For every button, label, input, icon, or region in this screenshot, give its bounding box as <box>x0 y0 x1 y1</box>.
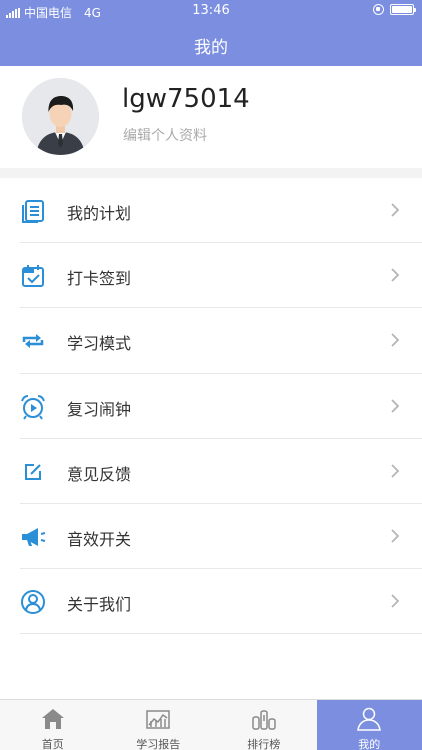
menu-label-study-mode: 学习模式 <box>67 334 132 354</box>
alarm-clock-icon <box>21 394 45 420</box>
username: lgw75014 <box>122 84 250 114</box>
chevron-right-icon <box>391 529 400 543</box>
user-circle-icon <box>21 590 45 615</box>
header: 中国电信 4G 13:46 我的 <box>0 0 422 66</box>
ranking-icon <box>252 710 276 730</box>
tab-mine[interactable]: 我的 <box>316 700 422 750</box>
menu-item-plan[interactable]: 我的计划 <box>20 178 422 244</box>
chevron-right-icon <box>391 464 400 478</box>
menu-item-about[interactable]: 关于我们 <box>20 569 422 635</box>
edit-profile-link[interactable]: 编辑个人资料 <box>123 125 207 145</box>
tab-label-home: 首页 <box>41 738 64 750</box>
report-chart-icon <box>146 710 170 729</box>
status-time: 13:46 <box>192 3 230 18</box>
page-title: 我的 <box>194 38 228 58</box>
edit-feedback-icon <box>25 463 41 480</box>
menu-label-about: 关于我们 <box>67 595 132 615</box>
chevron-right-icon <box>391 594 400 608</box>
menu-item-alarm[interactable]: 复习闹钟 <box>20 374 422 439</box>
chevron-right-icon <box>391 333 400 348</box>
tab-label-ranking: 排行榜 <box>247 738 281 750</box>
menu-label-feedback: 意见反馈 <box>67 464 132 484</box>
avatar[interactable] <box>22 78 99 155</box>
menu-label-checkin: 打卡签到 <box>67 269 132 289</box>
repeat-icon <box>22 334 44 349</box>
tab-ranking[interactable]: 排行榜 <box>211 700 317 750</box>
menu-item-checkin[interactable]: 打卡签到 <box>20 243 422 309</box>
menu-label-alarm: 复习闹钟 <box>67 399 132 419</box>
person-icon <box>357 707 382 731</box>
menu-item-feedback[interactable]: 意见反馈 <box>20 439 422 504</box>
menu-label-sound: 音效开关 <box>67 529 132 549</box>
home-icon <box>41 709 64 729</box>
bottom-tab-bar: 首页 学习报告 排行榜 我的 <box>0 699 422 750</box>
menu-label-plan: 我的计划 <box>67 204 132 223</box>
tab-label-mine: 我的 <box>358 738 381 750</box>
menu-item-study-mode[interactable]: 学习模式 <box>20 308 422 374</box>
chevron-right-icon <box>391 203 400 217</box>
chevron-right-icon <box>391 268 400 282</box>
rotation-lock-icon <box>373 4 384 15</box>
megaphone-icon <box>22 527 46 546</box>
chevron-right-icon <box>391 398 400 413</box>
calendar-check-icon <box>22 265 44 288</box>
profile-card[interactable]: lgw75014 编辑个人资料 <box>0 66 422 168</box>
settings-menu: 我的计划 打卡签到 学习模式 复习闹钟 意见反馈 音效开关 关于我们 <box>0 178 422 635</box>
user-avatar-icon <box>22 78 99 155</box>
tab-report[interactable]: 学习报告 <box>106 700 212 750</box>
menu-item-sound[interactable]: 音效开关 <box>20 504 422 570</box>
tab-label-report: 学习报告 <box>136 738 181 750</box>
status-bar: 中国电信 4G 13:46 <box>0 0 422 22</box>
section-divider <box>0 168 422 178</box>
plan-list-icon <box>22 200 44 223</box>
tab-home[interactable]: 首页 <box>0 700 106 750</box>
battery-icon <box>390 4 416 15</box>
